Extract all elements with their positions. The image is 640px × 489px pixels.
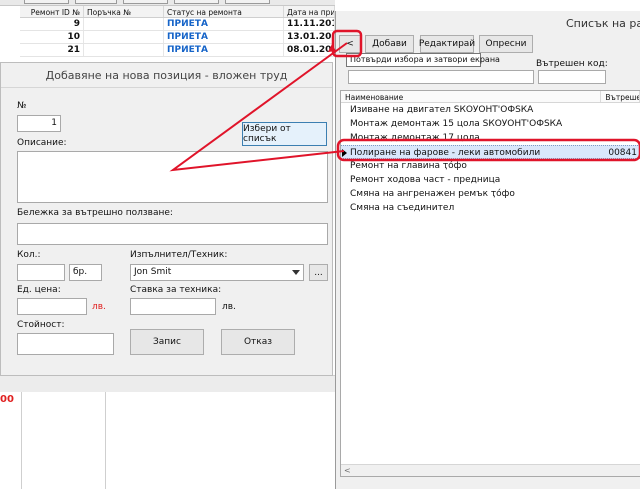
number-field[interactable]: 1 <box>17 115 61 132</box>
accept-date: 11.11.201 <box>284 18 335 30</box>
column-header[interactable]: Вътрешен <box>601 91 640 102</box>
row-pointer-icon <box>342 149 347 157</box>
window-title: Списък на работ <box>566 17 640 30</box>
toolbar-button[interactable] <box>123 0 168 4</box>
lower-grid-cell: 00 <box>0 392 22 489</box>
item-name: Полиране на фарове - леки автомобили <box>350 148 541 158</box>
quantity-label: Кол.: <box>17 250 41 260</box>
cancel-button[interactable]: Отказ <box>221 329 295 355</box>
cost-field[interactable] <box>17 333 114 355</box>
order-number <box>84 31 164 43</box>
list-item[interactable]: Монтаж демонтаж 15 цола ЅКОУОНТ'ОФЅКА <box>341 117 640 131</box>
toolbar-button[interactable] <box>24 0 69 4</box>
cost-label: Стойност: <box>17 320 65 330</box>
list-item[interactable]: Монтаж демонтаж 17 цола <box>341 131 640 145</box>
table-row[interactable]: 9 ПРИЕТА 11.11.201 <box>20 18 335 31</box>
table-row[interactable]: 21 ПРИЕТА 08.01.201 <box>20 44 335 57</box>
add-button[interactable]: Добави <box>365 35 414 53</box>
save-button[interactable]: Запис <box>130 329 204 355</box>
list-item[interactable]: Смяна на ангренажен ремък ҭо́фо <box>341 187 640 201</box>
scroll-left-icon[interactable]: < <box>344 466 351 475</box>
internal-note-field[interactable] <box>17 223 328 245</box>
executor-select[interactable]: Jon Smit <box>130 264 304 281</box>
unit-price-label: Ед. цена: <box>17 285 61 295</box>
repair-status: ПРИЕТА <box>164 18 284 30</box>
internal-code-label: Вътрешен код: <box>536 59 608 69</box>
chevron-down-icon <box>292 270 300 275</box>
column-header[interactable]: Наименование <box>341 91 602 102</box>
pick-from-list-button[interactable]: Избери от списък <box>242 122 327 146</box>
item-name: Монтаж демонтаж 17 цола <box>350 133 480 143</box>
grid-divider <box>105 392 106 489</box>
list-item[interactable]: Ремонт ходова част - предница <box>341 173 640 187</box>
currency-label: лв. <box>222 302 236 312</box>
item-name: Ремонт на главина ҭо́фо <box>350 161 467 171</box>
repair-status: ПРИЕТА <box>164 31 284 43</box>
repairs-table: Ремонт ID № Поръчка № Статус на ремонта … <box>20 6 335 57</box>
list-item-selected[interactable]: Полиране на фарове - леки автомобили 008… <box>341 145 640 159</box>
description-field[interactable] <box>17 151 328 203</box>
column-header[interactable]: Дата на приемане <box>284 6 335 17</box>
confirm-tooltip: Потвърди избора и затвори екрана <box>346 53 500 67</box>
search-input[interactable] <box>348 70 534 84</box>
column-header[interactable]: Статус на ремонта <box>164 6 284 17</box>
order-number <box>84 44 164 56</box>
toolbar-button[interactable] <box>174 0 219 4</box>
currency-label: лв. <box>92 302 106 312</box>
item-name: Смяна на ангренажен ремък ҭо́фо <box>350 189 515 199</box>
back-button[interactable]: < <box>339 35 361 53</box>
accept-date: 08.01.201 <box>284 44 335 56</box>
repair-id: 10 <box>20 31 84 43</box>
toolbar-button[interactable] <box>225 0 270 4</box>
item-name: Ремонт ходова част - предница <box>350 175 501 185</box>
executor-label: Изпълнител/Техник: <box>130 250 228 260</box>
description-label: Описание: <box>17 138 67 148</box>
repair-id: 21 <box>20 44 84 56</box>
internal-code-field[interactable] <box>538 70 606 84</box>
labor-items-grid: Наименование Вътрешен Изиване на двигате… <box>340 90 640 477</box>
executor-value: Jon Smit <box>134 267 172 277</box>
edit-button[interactable]: Редактирай <box>419 35 475 53</box>
background-strip <box>0 375 335 392</box>
list-item[interactable]: Смяна на съединител <box>341 201 640 215</box>
dialog-title: Добавяне на нова позиция - вложен труд <box>45 69 288 82</box>
accept-date: 13.01.201 <box>284 31 335 43</box>
tech-rate-field[interactable] <box>130 298 216 315</box>
column-header[interactable]: Ремонт ID № <box>20 6 84 17</box>
tech-rate-label: Ставка за техника: <box>130 285 222 295</box>
order-number <box>84 18 164 30</box>
repair-status: ПРИЕТА <box>164 44 284 56</box>
toolbar-button[interactable] <box>75 0 117 4</box>
list-item[interactable]: Ремонт на главина ҭо́фо <box>341 159 640 173</box>
unit-field[interactable]: бр. <box>69 264 102 281</box>
red-value: 00 <box>0 394 14 405</box>
grid-header: Наименование Вътрешен <box>341 91 640 103</box>
add-labor-dialog: Добавяне на нова позиция - вложен труд №… <box>0 62 333 376</box>
number-label: № <box>17 101 27 111</box>
item-name: Монтаж демонтаж 15 цола ЅКОУОНТ'ОФЅКА <box>350 119 563 129</box>
column-header[interactable]: Поръчка № <box>84 6 164 17</box>
repairs-table-header: Ремонт ID № Поръчка № Статус на ремонта … <box>20 6 335 18</box>
item-name: Изиване на двигател ЅКОУОНТ'ОФЅКА <box>350 105 534 115</box>
refresh-button[interactable]: Опресни <box>479 35 533 53</box>
quantity-field[interactable] <box>17 264 65 281</box>
labor-list-window: Списък на работ < Добави Редактирай Опре… <box>335 11 640 489</box>
list-item[interactable]: Изиване на двигател ЅКОУОНТ'ОФЅКА <box>341 103 640 117</box>
note-label: Бележка за вътрешно ползване: <box>17 208 173 218</box>
item-code: 00841 <box>608 148 637 158</box>
horizontal-scrollbar[interactable]: < <box>341 464 640 476</box>
table-row[interactable]: 10 ПРИЕТА 13.01.201 <box>20 31 335 44</box>
executor-browse-button[interactable]: ... <box>309 264 328 281</box>
unit-price-field[interactable] <box>17 298 87 315</box>
repair-id: 9 <box>20 18 84 30</box>
divider <box>1 87 332 88</box>
item-name: Смяна на съединител <box>350 203 455 213</box>
